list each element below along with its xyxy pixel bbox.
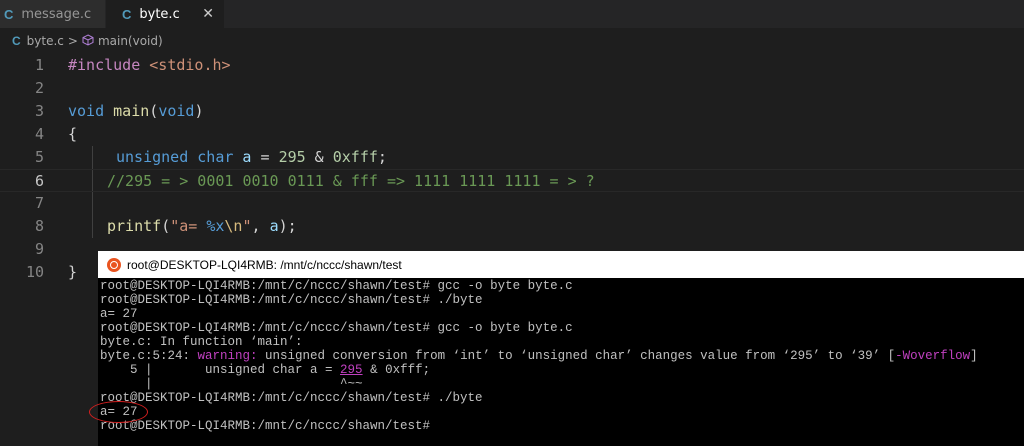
code-text: #include <stdio.h>: [68, 56, 231, 74]
terminal-line: root@DESKTOP-LQI4RMB:/mnt/c/nccc/shawn/t…: [100, 419, 431, 433]
terminal-title: root@DESKTOP-LQI4RMB: /mnt/c/nccc/shawn/…: [127, 257, 402, 272]
terminal-line: root@DESKTOP-LQI4RMB:/mnt/c/nccc/shawn/t…: [100, 293, 483, 307]
breadcrumb: C byte.c > main(void): [0, 28, 1024, 54]
code-line: 3 void main(void): [0, 100, 1024, 123]
code-line: 5 unsigned char a = 295 & 0xfff;: [0, 146, 1024, 169]
terminal-line: byte.c: In function ‘main’:: [100, 335, 303, 349]
terminal-line: root@DESKTOP-LQI4RMB:/mnt/c/nccc/shawn/t…: [100, 279, 573, 293]
code-text: printf("a= %x\n", a);: [107, 217, 297, 235]
c-file-icon: C: [12, 34, 21, 48]
terminal-line: root@DESKTOP-LQI4RMB:/mnt/c/nccc/shawn/t…: [100, 391, 483, 405]
breadcrumb-file[interactable]: byte.c: [27, 34, 64, 48]
line-number: 10: [25, 263, 44, 281]
code-line: 8 printf("a= %x\n", a);: [0, 215, 1024, 238]
code-line-current: 6 //295 = > 0001 0010 0111 & fff => 1111…: [0, 169, 1024, 192]
code-text: }: [68, 263, 78, 281]
line-number: 1: [34, 56, 44, 74]
code-line: 4 {: [0, 123, 1024, 146]
annotation-circle: [89, 401, 148, 423]
terminal-title-bar[interactable]: root@DESKTOP-LQI4RMB: /mnt/c/nccc/shawn/…: [98, 251, 1024, 278]
terminal-line-warning: byte.c:5:24: warning: unsigned conversio…: [100, 349, 978, 363]
line-number: 4: [34, 125, 44, 143]
line-number: 2: [34, 79, 44, 97]
tab-message-c[interactable]: C message.c: [0, 0, 106, 28]
terminal-line: a= 27: [100, 405, 138, 419]
terminal-line: | ^~~: [100, 377, 363, 391]
breadcrumb-separator: >: [67, 34, 78, 48]
code-text: void main(void): [68, 102, 204, 120]
c-file-icon: C: [122, 6, 132, 22]
ubuntu-icon: [107, 257, 121, 272]
method-cube-icon: [82, 33, 94, 49]
c-file-icon: C: [4, 6, 14, 22]
code-line: 1 #include <stdio.h>: [0, 54, 1024, 77]
line-number: 6: [34, 172, 44, 190]
terminal-line: root@DESKTOP-LQI4RMB:/mnt/c/nccc/shawn/t…: [100, 321, 573, 335]
line-number: 5: [34, 148, 44, 166]
tab-label: message.c: [21, 6, 92, 22]
code-text: {: [68, 125, 78, 143]
code-line: 7: [0, 192, 1024, 215]
terminal-line: a= 27: [100, 307, 138, 321]
terminal-line: 5 | unsigned char a = 295 & 0xfff;: [100, 363, 431, 377]
line-number: 9: [34, 240, 44, 258]
close-icon[interactable]: ✕: [202, 6, 214, 22]
tab-bar: C message.c C byte.c ✕: [0, 0, 1024, 28]
terminal-output[interactable]: root@DESKTOP-LQI4RMB:/mnt/c/nccc/shawn/t…: [100, 279, 1020, 446]
tab-byte-c[interactable]: C byte.c ✕: [106, 0, 224, 28]
code-text: unsigned char a = 295 & 0xfff;: [116, 148, 387, 166]
code-comment: //295 = > 0001 0010 0111 & fff => 1111 1…: [107, 172, 595, 190]
line-number: 3: [34, 102, 44, 120]
breadcrumb-symbol[interactable]: main(void): [98, 34, 163, 48]
code-line: 2: [0, 77, 1024, 100]
line-number: 8: [34, 217, 44, 235]
terminal-window[interactable]: root@DESKTOP-LQI4RMB: /mnt/c/nccc/shawn/…: [98, 251, 1024, 446]
tab-label: byte.c: [139, 6, 180, 22]
line-number: 7: [34, 194, 44, 212]
